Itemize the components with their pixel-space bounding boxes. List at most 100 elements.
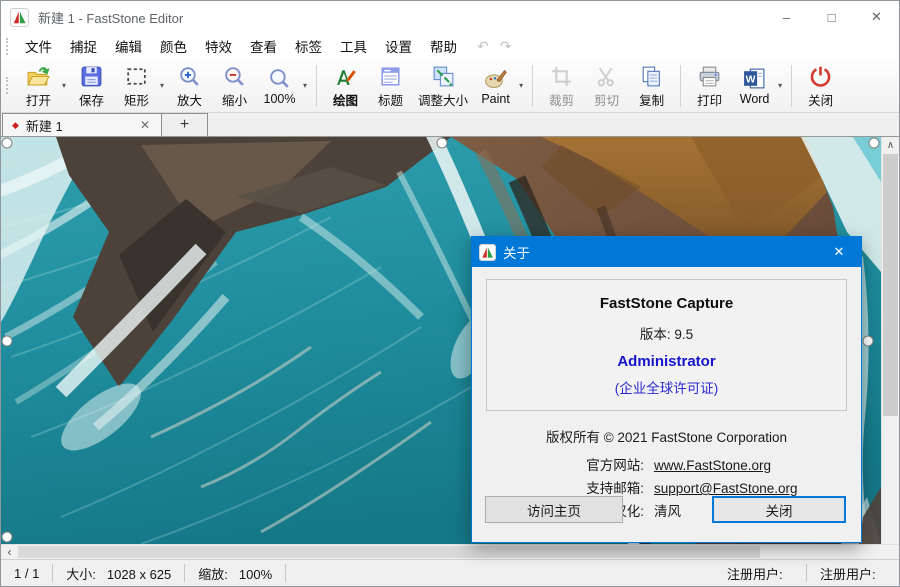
window-controls: – □ ✕: [764, 1, 899, 33]
rectangle-select-icon: [124, 64, 149, 89]
toolbar-button-word[interactable]: W Word: [732, 61, 777, 111]
dropdown-arrow-zoom-100[interactable]: ▾: [303, 81, 310, 90]
status-page-indicator: 1 / 1: [1, 566, 52, 581]
maximize-button[interactable]: □: [809, 1, 854, 33]
new-tab-button[interactable]: +: [162, 113, 208, 136]
about-dialog-titlebar[interactable]: 关于 ✕: [472, 237, 861, 267]
toolbar-buttons: 打开▾保存矩形▾放大缩小100%▾绘图标题调整大小Paint▾裁剪剪切复制打印W…: [16, 61, 843, 111]
menu-item-settings[interactable]: 设置: [376, 33, 421, 59]
vertical-scroll-thumb[interactable]: [883, 154, 898, 416]
license-scope: (企业全球许可证): [487, 377, 846, 397]
toolbar-separator: [680, 65, 681, 107]
status-right-segments: 注册用户:注册用户:: [714, 560, 899, 586]
copy-icon: [639, 64, 664, 89]
status-zoom-level-label: 缩放:: [198, 567, 228, 582]
menu-item-file[interactable]: 文件: [16, 33, 61, 59]
main-toolbar: 打开▾保存矩形▾放大缩小100%▾绘图标题调整大小Paint▾裁剪剪切复制打印W…: [1, 59, 899, 113]
menu-item-help[interactable]: 帮助: [421, 33, 466, 59]
word-icon: W: [742, 66, 767, 91]
toolbar-button-copy[interactable]: 复制: [629, 61, 674, 111]
website-label: 官方网站:: [472, 454, 644, 477]
toolbar-button-close-editor[interactable]: 关闭: [798, 61, 843, 111]
menu-item-tools[interactable]: 工具: [331, 33, 376, 59]
toolbar-label-zoom-in: 放大: [177, 90, 202, 109]
redo-icon: ↷: [500, 38, 512, 55]
toolbar-button-zoom-in[interactable]: 放大: [167, 61, 212, 111]
toolbar-button-rectangle[interactable]: 矩形: [114, 61, 159, 111]
close-icon: ✕: [871, 9, 882, 25]
plus-icon: +: [180, 116, 189, 134]
menu-items: 文件捕捉编辑颜色特效查看标签工具设置帮助: [16, 33, 466, 59]
dialog-close-button[interactable]: 关闭: [712, 496, 846, 523]
toolbar-button-paint[interactable]: Paint: [473, 61, 518, 111]
toolbar-label-copy: 复制: [639, 90, 664, 109]
svg-text:W: W: [746, 75, 756, 86]
horizontal-scroll-thumb[interactable]: [18, 546, 760, 558]
close-button[interactable]: ✕: [854, 1, 899, 33]
undo-icon: ↶: [477, 38, 489, 55]
visit-homepage-button[interactable]: 访问主页: [485, 496, 623, 523]
dropdown-arrow-open[interactable]: ▾: [62, 81, 69, 90]
paint-icon: [483, 66, 508, 91]
tab-close-icon[interactable]: ✕: [138, 118, 152, 132]
status-image-size-value: 1028 x 625: [107, 567, 171, 582]
window-title: 新建 1 - FastStone Editor: [38, 8, 764, 27]
zoom-100-icon: [267, 66, 292, 91]
faststone-logo-icon: [10, 8, 29, 27]
toolbar-button-zoom-out[interactable]: 缩小: [212, 61, 257, 111]
copyright-text: 版权所有 © 2021 FastStone Corporation: [472, 426, 861, 446]
minimize-icon: –: [783, 10, 790, 25]
toolbar-button-draw[interactable]: 绘图: [323, 61, 368, 111]
scroll-up-icon[interactable]: ∧: [882, 137, 899, 154]
draw-icon: [333, 64, 358, 89]
dropdown-arrow-word[interactable]: ▾: [778, 81, 785, 90]
menu-item-capture[interactable]: 捕捉: [61, 33, 106, 59]
menu-item-tab[interactable]: 标签: [286, 33, 331, 59]
status-zoom-level: 缩放: 100%: [185, 564, 285, 583]
menu-item-edit[interactable]: 编辑: [106, 33, 151, 59]
vertical-scrollbar[interactable]: ∧: [881, 137, 899, 544]
tab-新建-1[interactable]: ◆新建 1✕: [2, 113, 162, 136]
dropdown-arrow-rectangle[interactable]: ▾: [160, 81, 167, 90]
toolbar-label-close-editor: 关闭: [808, 90, 833, 109]
toolbar-grip[interactable]: [6, 77, 10, 94]
toolbar-button-zoom-100[interactable]: 100%: [257, 61, 302, 111]
faststone-editor-window: { "window": { "title": "新建 1 - FastStone…: [0, 0, 900, 587]
menu-bar: 文件捕捉编辑颜色特效查看标签工具设置帮助 ↶ ↷: [1, 33, 899, 59]
website-value[interactable]: www.FastStone.org: [654, 454, 771, 477]
toolbar-label-crop: 裁剪: [549, 90, 574, 109]
toolbar-grip[interactable]: [6, 38, 10, 55]
status-separator: [285, 564, 286, 582]
scroll-left-icon[interactable]: ‹: [1, 546, 18, 559]
toolbar-button-caption[interactable]: 标题: [368, 61, 413, 111]
resize-icon: [431, 64, 456, 89]
toolbar-button-print[interactable]: 打印: [687, 61, 732, 111]
toolbar-label-draw: 绘图: [333, 90, 358, 109]
tabs: ◆新建 1✕: [2, 113, 162, 136]
zoom-in-icon: [177, 64, 202, 89]
title-bar: 新建 1 - FastStone Editor – □ ✕: [1, 1, 899, 33]
about-dialog-title: 关于: [503, 242, 817, 262]
menu-item-effects[interactable]: 特效: [196, 33, 241, 59]
tab-bar: ◆新建 1✕ +: [1, 113, 899, 137]
version-text: 版本: 9.5: [487, 323, 846, 343]
zoom-out-icon: [222, 64, 247, 89]
minimize-button[interactable]: –: [764, 1, 809, 33]
toolbar-label-resize: 调整大小: [418, 90, 468, 109]
menu-item-colors[interactable]: 颜色: [151, 33, 196, 59]
toolbar-button-resize[interactable]: 调整大小: [413, 61, 473, 111]
horizontal-scrollbar[interactable]: ‹: [1, 544, 899, 559]
menu-item-view[interactable]: 查看: [241, 33, 286, 59]
maximize-icon: □: [828, 10, 836, 25]
toolbar-label-caption: 标题: [378, 90, 403, 109]
toolbar-separator: [316, 65, 317, 107]
caption-icon: [378, 64, 403, 89]
about-dialog: 关于 ✕ FastStone Capture 版本: 9.5 Administr…: [471, 236, 862, 543]
toolbar-label-word: Word: [740, 92, 770, 106]
dropdown-arrow-paint[interactable]: ▾: [519, 81, 526, 90]
about-dialog-close-button[interactable]: ✕: [817, 237, 861, 267]
status-zoom-level-value: 100%: [239, 567, 272, 582]
toolbar-button-open[interactable]: 打开: [16, 61, 61, 111]
toolbar-button-save[interactable]: 保存: [69, 61, 114, 111]
licensee-name: Administrator: [487, 353, 846, 370]
